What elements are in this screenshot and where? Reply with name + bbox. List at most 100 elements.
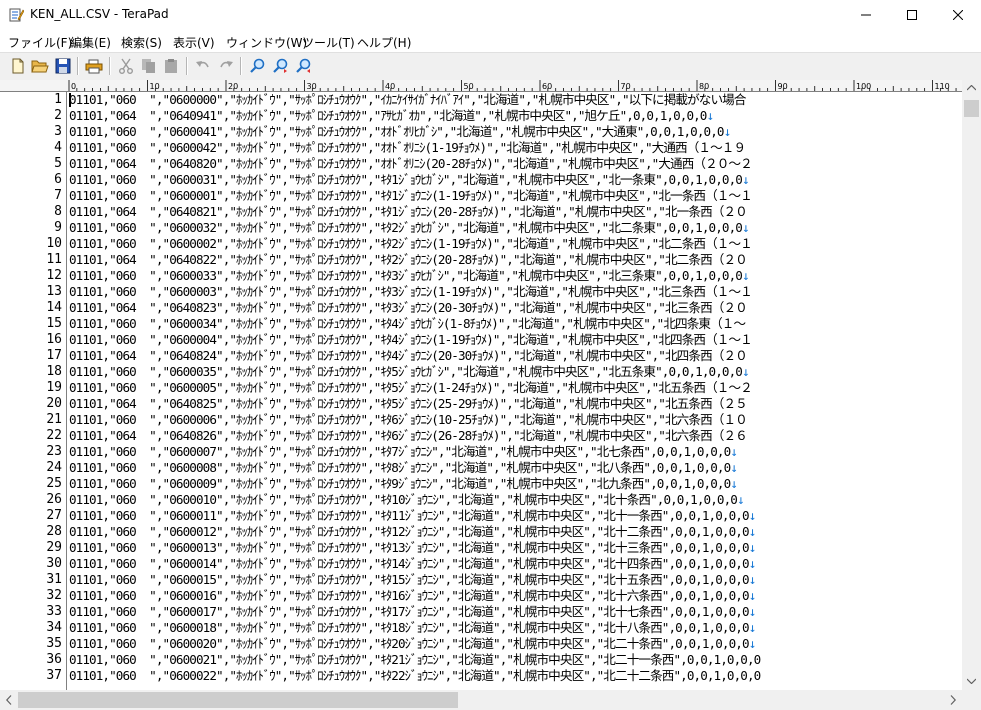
line-content[interactable]: 01101,"060 ","0600017","ﾎｯｶｲﾄﾞｳ","ｻｯﾎﾟﾛｼ…: [69, 604, 750, 619]
line-text[interactable]: 01101,"064 ","0640820","ﾎｯｶｲﾄﾞｳ","ｻｯﾎﾟﾛｼ…: [69, 156, 753, 172]
maximize-button[interactable]: [889, 0, 935, 30]
line-content[interactable]: 01101,"064 ","0640823","ﾎｯｶｲﾄﾞｳ","ｻｯﾎﾟﾛｼ…: [69, 300, 748, 315]
line-content[interactable]: 01101,"060 ","0600034","ﾎｯｶｲﾄﾞｳ","ｻｯﾎﾟﾛｼ…: [69, 316, 746, 331]
paste-button[interactable]: [161, 56, 181, 76]
text-line[interactable]: 21 01101,"060 ","0600006","ﾎｯｶｲﾄﾞｳ","ｻｯﾎﾟ…: [0, 412, 962, 428]
text-line[interactable]: 1 01101,"060 ","0600000","ﾎｯｶｲﾄﾞｳ","ｻｯﾎﾟﾛ…: [0, 92, 962, 108]
line-text[interactable]: 01101,"060 ","0600002","ﾎｯｶｲﾄﾞｳ","ｻｯﾎﾟﾛｼ…: [69, 236, 753, 252]
text-line[interactable]: 9 01101,"060 ","0600032","ﾎｯｶｲﾄﾞｳ","ｻｯﾎﾟﾛ…: [0, 220, 962, 236]
text-line[interactable]: 17 01101,"064 ","0640824","ﾎｯｶｲﾄﾞｳ","ｻｯﾎﾟ…: [0, 348, 962, 364]
line-content[interactable]: 01101,"064 ","0640820","ﾎｯｶｲﾄﾞｳ","ｻｯﾎﾟﾛｼ…: [69, 156, 753, 171]
find-previous-button[interactable]: [293, 56, 313, 76]
line-content[interactable]: 01101,"060 ","0600041","ﾎｯｶｲﾄﾞｳ","ｻｯﾎﾟﾛｼ…: [69, 124, 724, 139]
line-content[interactable]: 01101,"060 ","0600042","ﾎｯｶｲﾄﾞｳ","ｻｯﾎﾟﾛｼ…: [69, 140, 746, 155]
line-text[interactable]: 01101,"060 ","0600012","ﾎｯｶｲﾄﾞｳ","ｻｯﾎﾟﾛｼ…: [69, 524, 756, 540]
line-text[interactable]: 01101,"064 ","0640825","ﾎｯｶｲﾄﾞｳ","ｻｯﾎﾟﾛｼ…: [69, 396, 748, 412]
text-line[interactable]: 12 01101,"060 ","0600033","ﾎｯｶｲﾄﾞｳ","ｻｯﾎﾟ…: [0, 268, 962, 284]
line-content[interactable]: 01101,"060 ","0600035","ﾎｯｶｲﾄﾞｳ","ｻｯﾎﾟﾛｼ…: [69, 364, 743, 379]
line-content[interactable]: 01101,"060 ","0600006","ﾎｯｶｲﾄﾞｳ","ｻｯﾎﾟﾛｼ…: [69, 412, 748, 427]
scroll-down-arrow-icon[interactable]: [967, 678, 976, 684]
line-content[interactable]: 01101,"060 ","0600015","ﾎｯｶｲﾄﾞｳ","ｻｯﾎﾟﾛｼ…: [69, 572, 750, 587]
line-text[interactable]: 01101,"060 ","0600006","ﾎｯｶｲﾄﾞｳ","ｻｯﾎﾟﾛｼ…: [69, 412, 748, 428]
cut-button[interactable]: [116, 56, 136, 76]
line-text[interactable]: 01101,"060 ","0600005","ﾎｯｶｲﾄﾞｳ","ｻｯﾎﾟﾛｼ…: [69, 380, 753, 396]
editor-area[interactable]: 0 10 20 30 40 50 60 70 80 90 100 110 1 01101,"060 ",…: [0, 80, 981, 710]
line-content[interactable]: 01101,"060 ","0600031","ﾎｯｶｲﾄﾞｳ","ｻｯﾎﾟﾛｼ…: [69, 172, 743, 187]
text-line[interactable]: 24 01101,"060 ","0600008","ﾎｯｶｲﾄﾞｳ","ｻｯﾎﾟ…: [0, 460, 962, 476]
new-file-button[interactable]: [8, 56, 28, 76]
copy-button[interactable]: [139, 56, 159, 76]
text-line[interactable]: 23 01101,"060 ","0600007","ﾎｯｶｲﾄﾞｳ","ｻｯﾎﾟ…: [0, 444, 962, 460]
text-line[interactable]: 31 01101,"060 ","0600015","ﾎｯｶｲﾄﾞｳ","ｻｯﾎﾟ…: [0, 572, 962, 588]
vertical-scrollbar[interactable]: [962, 80, 981, 690]
line-content[interactable]: 01101,"064 ","0640822","ﾎｯｶｲﾄﾞｳ","ｻｯﾎﾟﾛｼ…: [69, 252, 748, 267]
text-line[interactable]: 18 01101,"060 ","0600035","ﾎｯｶｲﾄﾞｳ","ｻｯﾎﾟ…: [0, 364, 962, 380]
line-text[interactable]: 01101,"064 ","0640826","ﾎｯｶｲﾄﾞｳ","ｻｯﾎﾟﾛｼ…: [69, 428, 748, 444]
line-content[interactable]: 01101,"060 ","0600008","ﾎｯｶｲﾄﾞｳ","ｻｯﾎﾟﾛｼ…: [69, 460, 731, 475]
text-line[interactable]: 16 01101,"060 ","0600004","ﾎｯｶｲﾄﾞｳ","ｻｯﾎﾟ…: [0, 332, 962, 348]
text-line[interactable]: 4 01101,"060 ","0600042","ﾎｯｶｲﾄﾞｳ","ｻｯﾎﾟﾛ…: [0, 140, 962, 156]
save-button[interactable]: [53, 56, 73, 76]
line-text[interactable]: 01101,"060 ","0600021","ﾎｯｶｲﾄﾞｳ","ｻｯﾎﾟﾛｼ…: [69, 652, 761, 668]
text-line[interactable]: 36 01101,"060 ","0600021","ﾎｯｶｲﾄﾞｳ","ｻｯﾎﾟ…: [0, 652, 962, 668]
text-line[interactable]: 34 01101,"060 ","0600018","ﾎｯｶｲﾄﾞｳ","ｻｯﾎﾟ…: [0, 620, 962, 636]
line-text[interactable]: 01101,"060 ","0600009","ﾎｯｶｲﾄﾞｳ","ｻｯﾎﾟﾛｼ…: [69, 476, 738, 492]
text-line[interactable]: 8 01101,"064 ","0640821","ﾎｯｶｲﾄﾞｳ","ｻｯﾎﾟﾛ…: [0, 204, 962, 220]
line-text[interactable]: 01101,"060 ","0600014","ﾎｯｶｲﾄﾞｳ","ｻｯﾎﾟﾛｼ…: [69, 556, 756, 572]
text-line[interactable]: 27 01101,"060 ","0600011","ﾎｯｶｲﾄﾞｳ","ｻｯﾎﾟ…: [0, 508, 962, 524]
line-text[interactable]: 01101,"060 ","0600035","ﾎｯｶｲﾄﾞｳ","ｻｯﾎﾟﾛｼ…: [69, 364, 750, 380]
line-content[interactable]: 01101,"060 ","0600009","ﾎｯｶｲﾄﾞｳ","ｻｯﾎﾟﾛｼ…: [69, 476, 731, 491]
text-line[interactable]: 26 01101,"060 ","0600010","ﾎｯｶｲﾄﾞｳ","ｻｯﾎﾟ…: [0, 492, 962, 508]
line-content[interactable]: 01101,"060 ","0600005","ﾎｯｶｲﾄﾞｳ","ｻｯﾎﾟﾛｼ…: [69, 380, 753, 395]
line-content[interactable]: 01101,"060 ","0600016","ﾎｯｶｲﾄﾞｳ","ｻｯﾎﾟﾛｼ…: [69, 588, 750, 603]
line-content[interactable]: 01101,"060 ","0600013","ﾎｯｶｲﾄﾞｳ","ｻｯﾎﾟﾛｼ…: [69, 540, 750, 555]
minimize-button[interactable]: [843, 0, 889, 30]
text-line[interactable]: 7 01101,"060 ","0600001","ﾎｯｶｲﾄﾞｳ","ｻｯﾎﾟﾛ…: [0, 188, 962, 204]
text-line[interactable]: 3 01101,"060 ","0600041","ﾎｯｶｲﾄﾞｳ","ｻｯﾎﾟﾛ…: [0, 124, 962, 140]
menu-tools[interactable]: ツール(T): [302, 34, 355, 51]
text-line[interactable]: 15 01101,"060 ","0600034","ﾎｯｶｲﾄﾞｳ","ｻｯﾎﾟ…: [0, 316, 962, 332]
line-text[interactable]: 01101,"060 ","0600000","ﾎｯｶｲﾄﾞｳ","ｻｯﾎﾟﾛｼ…: [69, 92, 746, 108]
line-text[interactable]: 01101,"060 ","0600011","ﾎｯｶｲﾄﾞｳ","ｻｯﾎﾟﾛｼ…: [69, 508, 756, 524]
vertical-scroll-thumb[interactable]: [964, 100, 979, 117]
text-line[interactable]: 10 01101,"060 ","0600002","ﾎｯｶｲﾄﾞｳ","ｻｯﾎﾟ…: [0, 236, 962, 252]
line-text[interactable]: 01101,"060 ","0600016","ﾎｯｶｲﾄﾞｳ","ｻｯﾎﾟﾛｼ…: [69, 588, 756, 604]
line-content[interactable]: 01101,"064 ","0640824","ﾎｯｶｲﾄﾞｳ","ｻｯﾎﾟﾛｼ…: [69, 348, 748, 363]
redo-button[interactable]: [216, 56, 236, 76]
line-text[interactable]: 01101,"060 ","0600018","ﾎｯｶｲﾄﾞｳ","ｻｯﾎﾟﾛｼ…: [69, 620, 756, 636]
close-button[interactable]: [935, 0, 981, 30]
menu-edit[interactable]: 編集(E): [70, 34, 111, 51]
text-line[interactable]: 19 01101,"060 ","0600005","ﾎｯｶｲﾄﾞｳ","ｻｯﾎﾟ…: [0, 380, 962, 396]
line-text[interactable]: 01101,"060 ","0600013","ﾎｯｶｲﾄﾞｳ","ｻｯﾎﾟﾛｼ…: [69, 540, 756, 556]
line-text[interactable]: 01101,"060 ","0600034","ﾎｯｶｲﾄﾞｳ","ｻｯﾎﾟﾛｼ…: [69, 316, 746, 332]
text-content[interactable]: 1 01101,"060 ","0600000","ﾎｯｶｲﾄﾞｳ","ｻｯﾎﾟﾛ…: [0, 92, 962, 692]
text-line[interactable]: 37 01101,"060 ","0600022","ﾎｯｶｲﾄﾞｳ","ｻｯﾎﾟ…: [0, 668, 962, 684]
line-text[interactable]: 01101,"060 ","0600032","ﾎｯｶｲﾄﾞｳ","ｻｯﾎﾟﾛｼ…: [69, 220, 750, 236]
text-line[interactable]: 28 01101,"060 ","0600012","ﾎｯｶｲﾄﾞｳ","ｻｯﾎﾟ…: [0, 524, 962, 540]
menu-search[interactable]: 検索(S): [121, 34, 162, 51]
horizontal-scroll-thumb[interactable]: [18, 692, 458, 708]
line-text[interactable]: 01101,"064 ","0640823","ﾎｯｶｲﾄﾞｳ","ｻｯﾎﾟﾛｼ…: [69, 300, 748, 316]
text-line[interactable]: 20 01101,"064 ","0640825","ﾎｯｶｲﾄﾞｳ","ｻｯﾎﾟ…: [0, 396, 962, 412]
line-text[interactable]: 01101,"060 ","0600017","ﾎｯｶｲﾄﾞｳ","ｻｯﾎﾟﾛｼ…: [69, 604, 756, 620]
text-line[interactable]: 6 01101,"060 ","0600031","ﾎｯｶｲﾄﾞｳ","ｻｯﾎﾟﾛ…: [0, 172, 962, 188]
line-content[interactable]: 01101,"060 ","0600012","ﾎｯｶｲﾄﾞｳ","ｻｯﾎﾟﾛｼ…: [69, 524, 750, 539]
line-content[interactable]: 01101,"064 ","0640826","ﾎｯｶｲﾄﾞｳ","ｻｯﾎﾟﾛｼ…: [69, 428, 748, 443]
text-line[interactable]: 25 01101,"060 ","0600009","ﾎｯｶｲﾄﾞｳ","ｻｯﾎﾟ…: [0, 476, 962, 492]
line-content[interactable]: 01101,"060 ","0600033","ﾎｯｶｲﾄﾞｳ","ｻｯﾎﾟﾛｼ…: [69, 268, 743, 283]
line-text[interactable]: 01101,"064 ","0640821","ﾎｯｶｲﾄﾞｳ","ｻｯﾎﾟﾛｼ…: [69, 204, 748, 220]
text-line[interactable]: 11 01101,"064 ","0640822","ﾎｯｶｲﾄﾞｳ","ｻｯﾎﾟ…: [0, 252, 962, 268]
line-text[interactable]: 01101,"060 ","0600001","ﾎｯｶｲﾄﾞｳ","ｻｯﾎﾟﾛｼ…: [69, 188, 753, 204]
line-text[interactable]: 01101,"064 ","0640824","ﾎｯｶｲﾄﾞｳ","ｻｯﾎﾟﾛｼ…: [69, 348, 748, 364]
line-content[interactable]: 01101,"060 ","0600011","ﾎｯｶｲﾄﾞｳ","ｻｯﾎﾟﾛｼ…: [69, 508, 750, 523]
line-content[interactable]: 01101,"060 ","0600001","ﾎｯｶｲﾄﾞｳ","ｻｯﾎﾟﾛｼ…: [69, 188, 753, 203]
horizontal-scrollbar[interactable]: [0, 690, 962, 710]
line-text[interactable]: 01101,"064 ","0640822","ﾎｯｶｲﾄﾞｳ","ｻｯﾎﾟﾛｼ…: [69, 252, 748, 268]
text-line[interactable]: 32 01101,"060 ","0600016","ﾎｯｶｲﾄﾞｳ","ｻｯﾎﾟ…: [0, 588, 962, 604]
undo-button[interactable]: [193, 56, 213, 76]
line-text[interactable]: 01101,"060 ","0600015","ﾎｯｶｲﾄﾞｳ","ｻｯﾎﾟﾛｼ…: [69, 572, 756, 588]
text-line[interactable]: 33 01101,"060 ","0600017","ﾎｯｶｲﾄﾞｳ","ｻｯﾎﾟ…: [0, 604, 962, 620]
print-button[interactable]: [84, 56, 104, 76]
text-line[interactable]: 5 01101,"064 ","0640820","ﾎｯｶｲﾄﾞｳ","ｻｯﾎﾟﾛ…: [0, 156, 962, 172]
line-content[interactable]: 01101,"060 ","0600004","ﾎｯｶｲﾄﾞｳ","ｻｯﾎﾟﾛｼ…: [69, 332, 753, 347]
